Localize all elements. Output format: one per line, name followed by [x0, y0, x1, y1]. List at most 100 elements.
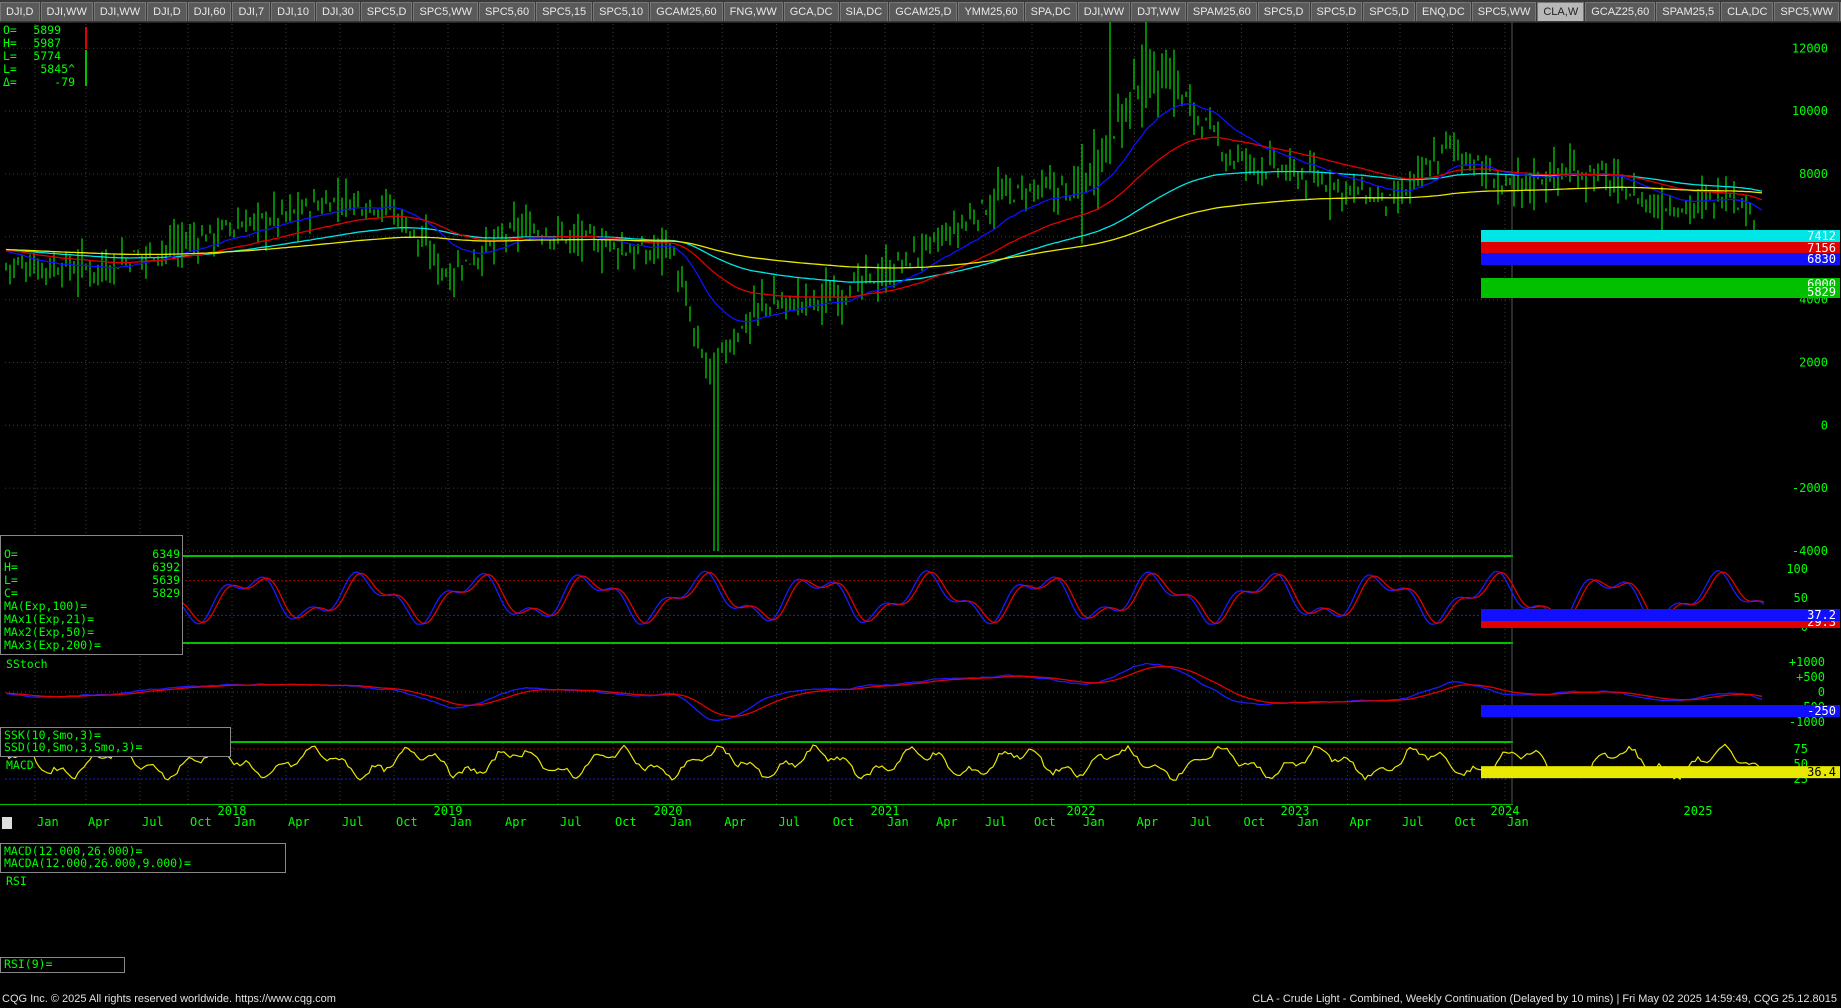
symbol-tab[interactable]: DJI,D — [147, 2, 187, 21]
time-axis-month: Jul — [779, 815, 801, 829]
copyright-text: CQG Inc. © 2025 All rights reserved worl… — [2, 993, 336, 1005]
symbol-tab[interactable]: SIA,DC — [839, 2, 889, 21]
rsi-axis-tick: 75 — [1794, 742, 1808, 756]
cursor-close-value: 5829 — [152, 586, 180, 600]
symbol-tab[interactable]: DJI,D — [0, 2, 40, 21]
quote-change-value: -79 — [54, 75, 75, 89]
symbol-tab[interactable]: SPC5,WW — [1471, 2, 1537, 21]
time-axis-month: Oct — [615, 815, 637, 829]
time-axis-month: Jan — [450, 815, 472, 829]
svg-text:36.4: 36.4 — [1807, 765, 1836, 779]
stoch-values-box: SSK(10,Smo,3)= SSD(10,Smo,3,Smo,3)= — [0, 727, 231, 757]
time-axis-month: Jan — [887, 815, 909, 829]
price-tag: 6830 — [1481, 252, 1840, 266]
symbol-tab[interactable]: SPC5,D — [1310, 2, 1363, 21]
time-axis-year: 2025 — [1684, 804, 1713, 818]
symbol-tab[interactable]: ENQ,DC — [1416, 2, 1471, 21]
time-axis-month: Jan — [1297, 815, 1319, 829]
symbol-tab[interactable]: SPA,DC — [1024, 2, 1077, 21]
time-axis-month: Jul — [560, 815, 582, 829]
symbol-tab[interactable]: SPC5,60 — [479, 2, 536, 21]
symbol-tab[interactable]: GCAZ25,60 — [1585, 2, 1656, 21]
time-axis-month: Oct — [396, 815, 418, 829]
macd-values-box: MACD(12.000,26.000)= MACDA(12.000,26.000… — [0, 843, 286, 873]
stoch-ssd-label: SSD(10,Smo,3,Smo,3)= — [4, 740, 143, 754]
time-axis-month: Oct — [1034, 815, 1056, 829]
time-axis-month: Jan — [234, 815, 256, 829]
symbol-tab[interactable]: CLA,DC — [1721, 2, 1774, 21]
time-axis-month: Apr — [505, 815, 527, 829]
macd-axis-tick: +500 — [1796, 670, 1825, 684]
svg-text:37.2: 37.2 — [1807, 608, 1836, 622]
rsi-values-box: RSI(9)= — [0, 957, 125, 973]
price-tag: 7156 — [1481, 241, 1840, 255]
price-tag: 5829 — [1481, 285, 1840, 299]
study-ma200-label: MAx3(Exp,200)= — [4, 638, 101, 652]
symbol-tab[interactable]: SPC5,D — [1363, 2, 1416, 21]
macd-tag: -250 — [1481, 704, 1840, 718]
symbol-tab[interactable]: SPC5,10 — [593, 2, 650, 21]
price-axis-tick: -4000 — [1792, 544, 1828, 558]
symbol-tab[interactable]: CLA,W — [1537, 2, 1585, 21]
quote-range-bar-green — [85, 50, 87, 86]
symbol-tab[interactable]: SPC5,WW — [1774, 2, 1839, 21]
time-axis-month: Apr — [88, 815, 110, 829]
time-axis-month: Apr — [724, 815, 746, 829]
stoch-tag: 37.2 — [1481, 608, 1840, 622]
time-axis-month: Jan — [670, 815, 692, 829]
price-axis-tick: 12000 — [1792, 41, 1828, 55]
symbol-tab[interactable]: SPAM25,5 — [1656, 2, 1721, 21]
stoch-title: SStoch — [6, 657, 48, 671]
scroll-handle[interactable] — [2, 817, 12, 829]
symbol-tab[interactable]: DJI,10 — [271, 2, 315, 21]
symbol-tab[interactable]: GCAM25,D — [889, 2, 958, 21]
symbol-tab[interactable]: SPC5,WW — [413, 2, 479, 21]
symbol-tab[interactable]: SPAM25,60 — [1186, 2, 1257, 21]
svg-text:-250: -250 — [1807, 704, 1836, 718]
time-axis-month: Apr — [1350, 815, 1372, 829]
stoch-axis-tick: 50 — [1794, 591, 1808, 605]
symbol-tab[interactable]: DJI,WW — [40, 2, 93, 21]
time-axis-month: Oct — [833, 815, 855, 829]
time-axis-month: Jan — [1083, 815, 1105, 829]
symbol-tab[interactable]: GCA,DC — [783, 2, 839, 21]
symbol-tab[interactable]: YMM25,60 — [958, 2, 1024, 21]
time-axis-month: Jul — [985, 815, 1007, 829]
rsi-tag: 36.4 — [1481, 765, 1840, 779]
time-axis-month: Jul — [1190, 815, 1212, 829]
quote-box: O= 5899 H= 5987 L= 5774 L= 5845^ Δ= -79 — [1, 24, 87, 89]
price-tag: 7412 — [1481, 229, 1840, 243]
symbol-tab[interactable]: SPC5,15 — [536, 2, 593, 21]
stoch-axis-tick: 100 — [1786, 562, 1808, 576]
price-axis-tick: 2000 — [1799, 355, 1828, 369]
symbol-tab[interactable]: SPC5,D — [360, 2, 413, 21]
price-axis-tick: 0 — [1821, 418, 1828, 432]
symbol-tab[interactable]: FNG,WW — [723, 2, 783, 21]
macd-axis-tick: 0 — [1818, 685, 1825, 699]
time-axis-month: Apr — [1137, 815, 1159, 829]
symbol-tab[interactable]: DJT,WW — [1131, 2, 1186, 21]
price-axis-tick: -2000 — [1792, 481, 1828, 495]
time-axis-month: Jan — [1507, 815, 1529, 829]
symbol-tab[interactable]: DJI,WW — [93, 2, 147, 21]
cursor-values-box: O= 6349 H= 6392 L= 5639 C= 5829 MA(Exp,1… — [0, 535, 183, 655]
macd-axis-tick: +1000 — [1789, 655, 1825, 669]
svg-text:6830: 6830 — [1807, 252, 1836, 266]
symbol-tab[interactable]: DJI,60 — [187, 2, 232, 21]
chart-status-text: CLA - Crude Light - Combined, Weekly Con… — [1252, 993, 1837, 1005]
symbol-tab[interactable]: DJI,30 — [315, 2, 360, 21]
price-axis-tick: 8000 — [1799, 167, 1828, 181]
rsi-line-label: RSI(9)= — [4, 957, 53, 971]
symbol-tab[interactable]: SPC5,D — [1257, 2, 1310, 21]
time-axis-month: Jul — [342, 815, 364, 829]
time-axis-month: Jul — [142, 815, 164, 829]
time-axis-month: Oct — [190, 815, 212, 829]
macd-title: MACD — [6, 758, 34, 772]
symbol-tab[interactable]: DJI,7 — [232, 2, 271, 21]
ma50-line — [5, 136, 1763, 298]
macda-line-label: MACDA(12.000,26.000,9.000)= — [4, 856, 191, 870]
symbol-tab[interactable]: DJI,WW — [1077, 2, 1131, 21]
time-axis-month: Oct — [1244, 815, 1266, 829]
svg-text:5829: 5829 — [1807, 285, 1836, 299]
symbol-tab[interactable]: GCAM25,60 — [650, 2, 723, 21]
